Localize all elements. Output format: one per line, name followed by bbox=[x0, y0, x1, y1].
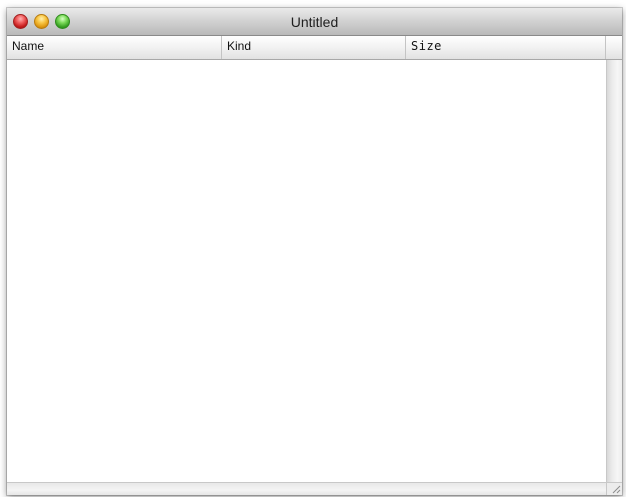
header-corner bbox=[606, 36, 622, 59]
vertical-scrollbar[interactable] bbox=[606, 60, 622, 482]
minimize-button[interactable] bbox=[34, 14, 49, 29]
file-list[interactable] bbox=[7, 60, 606, 482]
column-header-name[interactable]: Name bbox=[7, 36, 222, 59]
resize-grip[interactable] bbox=[606, 482, 622, 495]
column-header-size[interactable]: Size bbox=[406, 36, 606, 59]
close-button[interactable] bbox=[13, 14, 28, 29]
column-header-row: Name Kind Size bbox=[7, 36, 622, 60]
title-bar[interactable]: Untitled bbox=[7, 8, 622, 36]
window: Untitled Name Kind Size bbox=[7, 8, 622, 495]
resize-grip-icon bbox=[612, 485, 621, 494]
horizontal-scrollbar[interactable] bbox=[7, 482, 606, 495]
window-title: Untitled bbox=[290, 14, 339, 30]
column-header-kind[interactable]: Kind bbox=[222, 36, 406, 59]
zoom-button[interactable] bbox=[55, 14, 70, 29]
